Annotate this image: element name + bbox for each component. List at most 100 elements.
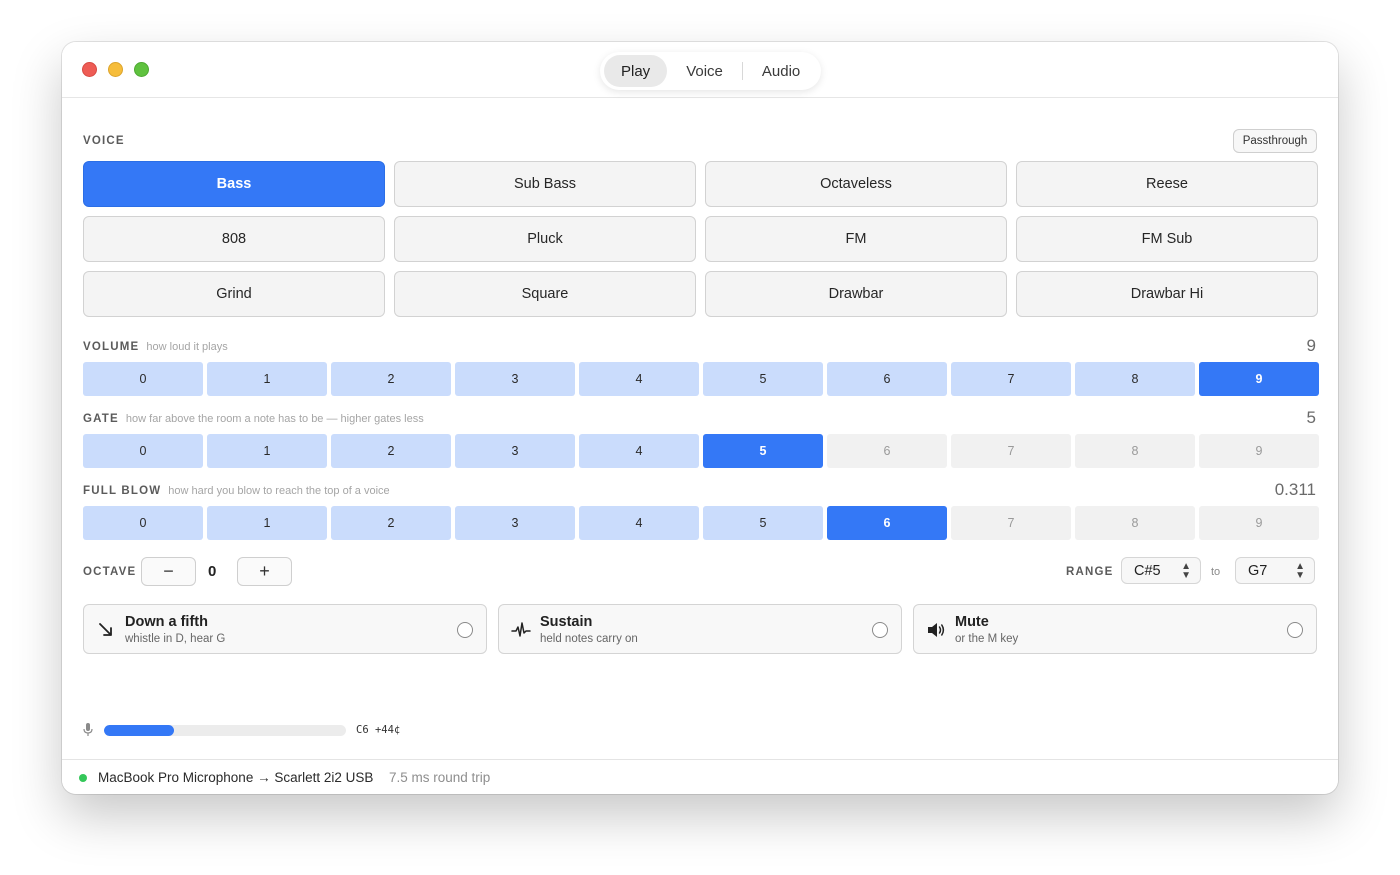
range-to-label: to xyxy=(1211,566,1221,578)
gate-step-4[interactable]: 4 xyxy=(579,434,699,468)
volume-selector: 0 1 2 3 4 5 6 7 8 9 xyxy=(83,362,1319,396)
speaker-icon xyxy=(928,623,945,637)
volume-step-2[interactable]: 2 xyxy=(331,362,451,396)
toggle-subtitle: whistle in D, hear G xyxy=(125,633,226,645)
volume-step-8[interactable]: 8 xyxy=(1075,362,1195,396)
full-blow-hint: how hard you blow to reach the top of a … xyxy=(168,485,390,497)
gate-value: 5 xyxy=(1306,408,1316,427)
volume-step-7[interactable]: 7 xyxy=(951,362,1071,396)
voice-button-reese[interactable]: Reese xyxy=(1016,161,1318,207)
volume-step-5[interactable]: 5 xyxy=(703,362,823,396)
volume-hint: how loud it plays xyxy=(146,341,228,353)
range-from-value: C#5 xyxy=(1134,562,1161,579)
toggle-subtitle: or the M key xyxy=(955,633,1019,645)
toggle-title: Down a fifth xyxy=(125,614,208,630)
passthrough-button[interactable]: Passthrough xyxy=(1233,129,1317,153)
toggle-mute[interactable]: Mute or the M key xyxy=(913,604,1317,654)
voice-button-octaveless[interactable]: Octaveless xyxy=(705,161,1007,207)
full-blow-step-6[interactable]: 6 xyxy=(827,506,947,540)
range-label: RANGE xyxy=(1066,566,1114,578)
gate-step-0[interactable]: 0 xyxy=(83,434,203,468)
voice-button-fm-sub[interactable]: FM Sub xyxy=(1016,216,1318,262)
octave-decrement-button[interactable]: − xyxy=(141,557,196,586)
up-down-chevron-icon: ▲ ▼ xyxy=(1295,561,1305,581)
octave-increment-button[interactable]: + xyxy=(237,557,292,586)
voice-button-drawbar-hi[interactable]: Drawbar Hi xyxy=(1016,271,1318,317)
tab-divider xyxy=(741,62,743,80)
voice-button-grind[interactable]: Grind xyxy=(83,271,385,317)
voice-button-square[interactable]: Square xyxy=(394,271,696,317)
toggle-subtitle: held notes carry on xyxy=(540,633,638,645)
full-blow-value: 0.311 xyxy=(1274,480,1316,499)
microphone-icon xyxy=(83,723,93,736)
voice-section-label: VOICE xyxy=(83,135,125,147)
latency-readout: 7.5 ms round trip xyxy=(389,770,491,785)
gate-step-6[interactable]: 6 xyxy=(827,434,947,468)
toggle-radio[interactable] xyxy=(1287,622,1303,638)
full-blow-step-1[interactable]: 1 xyxy=(207,506,327,540)
volume-value: 9 xyxy=(1306,336,1316,355)
audio-route: MacBook Pro Microphone → Scarlett 2i2 US… xyxy=(98,770,374,785)
tab-audio[interactable]: Audio xyxy=(745,55,817,87)
up-down-chevron-icon: ▲ ▼ xyxy=(1181,561,1191,581)
full-blow-label: FULL BLOW xyxy=(83,485,162,497)
input-level-fill xyxy=(104,725,175,736)
pitch-readout: C6 +44¢ xyxy=(356,724,401,736)
gate-step-2[interactable]: 2 xyxy=(331,434,451,468)
waveform-icon xyxy=(511,622,531,637)
full-blow-step-2[interactable]: 2 xyxy=(331,506,451,540)
full-blow-step-9[interactable]: 9 xyxy=(1199,506,1319,540)
arrow-down-right-icon xyxy=(99,623,112,636)
volume-step-3[interactable]: 3 xyxy=(455,362,575,396)
range-to-value: G7 xyxy=(1248,562,1268,579)
voice-button-drawbar[interactable]: Drawbar xyxy=(705,271,1007,317)
tab-play[interactable]: Play xyxy=(604,55,668,87)
status-bar: MacBook Pro Microphone → Scarlett 2i2 US… xyxy=(62,759,1338,794)
toggle-down-a-fifth[interactable]: Down a fifth whistle in D, hear G xyxy=(83,604,487,654)
full-blow-selector: 0 1 2 3 4 5 6 7 8 9 xyxy=(83,506,1319,540)
full-blow-step-8[interactable]: 8 xyxy=(1075,506,1195,540)
minimize-button[interactable] xyxy=(108,62,123,77)
voice-button-bass[interactable]: Bass xyxy=(83,161,385,207)
app-window: Play Voice Audio VOICE Passthrough Bass … xyxy=(62,42,1338,794)
gate-step-5[interactable]: 5 xyxy=(703,434,823,468)
gate-hint: how far above the room a note has to be … xyxy=(125,413,424,425)
gate-step-8[interactable]: 8 xyxy=(1075,434,1195,468)
gate-step-3[interactable]: 3 xyxy=(455,434,575,468)
gate-step-1[interactable]: 1 xyxy=(207,434,327,468)
zoom-button[interactable] xyxy=(134,62,149,77)
toggle-radio[interactable] xyxy=(457,622,473,638)
toggle-radio[interactable] xyxy=(872,622,888,638)
input-level-meter xyxy=(104,725,346,736)
tab-voice[interactable]: Voice xyxy=(669,55,740,87)
voice-button-sub-bass[interactable]: Sub Bass xyxy=(394,161,696,207)
volume-step-6[interactable]: 6 xyxy=(827,362,947,396)
voice-grid: Bass Sub Bass Octaveless Reese 808 Pluck… xyxy=(83,161,1318,317)
volume-step-4[interactable]: 4 xyxy=(579,362,699,396)
close-button[interactable] xyxy=(82,62,97,77)
toggle-sustain[interactable]: Sustain held notes carry on xyxy=(498,604,902,654)
toggle-title: Mute xyxy=(955,614,989,630)
full-blow-step-5[interactable]: 5 xyxy=(703,506,823,540)
range-to-select[interactable]: G7 ▲ ▼ xyxy=(1235,557,1315,584)
voice-button-pluck[interactable]: Pluck xyxy=(394,216,696,262)
full-blow-section-label: FULL BLOW how hard you blow to reach the … xyxy=(83,485,390,497)
volume-step-0[interactable]: 0 xyxy=(83,362,203,396)
full-blow-step-7[interactable]: 7 xyxy=(951,506,1071,540)
gate-step-7[interactable]: 7 xyxy=(951,434,1071,468)
volume-section-label: VOLUME how loud it plays xyxy=(83,341,228,353)
window-controls xyxy=(82,62,149,77)
octave-value: 0 xyxy=(208,563,217,580)
full-blow-step-0[interactable]: 0 xyxy=(83,506,203,540)
voice-button-fm[interactable]: FM xyxy=(705,216,1007,262)
voice-button-808[interactable]: 808 xyxy=(83,216,385,262)
range-from-select[interactable]: C#5 ▲ ▼ xyxy=(1121,557,1201,584)
gate-selector: 0 1 2 3 4 5 6 7 8 9 xyxy=(83,434,1319,468)
full-blow-step-3[interactable]: 3 xyxy=(455,506,575,540)
gate-label: GATE xyxy=(83,413,119,425)
gate-step-9[interactable]: 9 xyxy=(1199,434,1319,468)
volume-step-9[interactable]: 9 xyxy=(1199,362,1319,396)
volume-label: VOLUME xyxy=(83,341,140,353)
full-blow-step-4[interactable]: 4 xyxy=(579,506,699,540)
volume-step-1[interactable]: 1 xyxy=(207,362,327,396)
